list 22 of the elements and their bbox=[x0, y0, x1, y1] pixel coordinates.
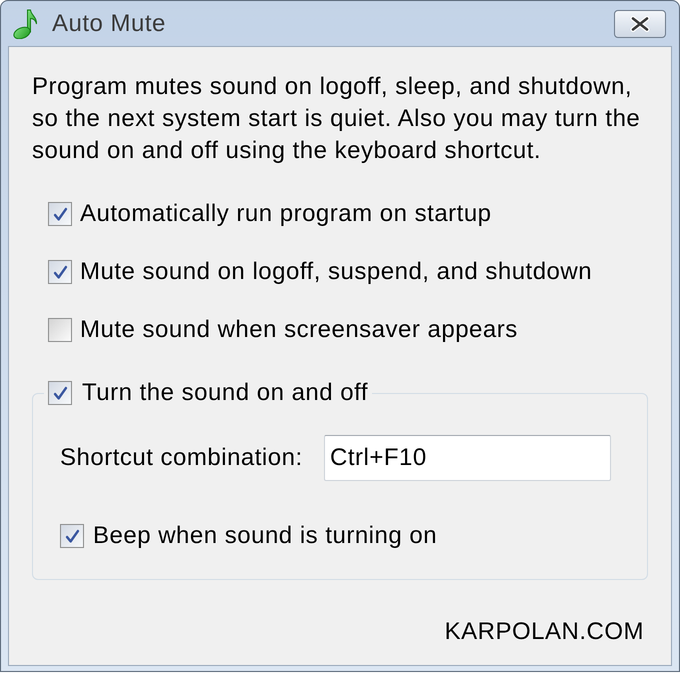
close-button[interactable] bbox=[614, 10, 666, 38]
checkbox-label[interactable]: Automatically run program on startup bbox=[80, 196, 492, 232]
tick-icon bbox=[52, 264, 68, 280]
tick-icon bbox=[52, 206, 68, 222]
checkbox-label[interactable]: Beep when sound is turning on bbox=[93, 518, 438, 554]
checkbox[interactable] bbox=[48, 260, 72, 284]
tick-icon bbox=[64, 528, 80, 544]
close-icon bbox=[630, 16, 650, 32]
checkbox[interactable] bbox=[48, 202, 72, 226]
website-link[interactable]: KARPOLAN.COM bbox=[444, 618, 644, 646]
checkbox[interactable] bbox=[48, 318, 72, 342]
checkbox[interactable] bbox=[48, 381, 72, 405]
checkbox-label[interactable]: Mute sound on logoff, suspend, and shutdown bbox=[80, 254, 592, 290]
checkbox-label[interactable]: Mute sound when screensaver appears bbox=[80, 312, 518, 348]
tick-icon bbox=[52, 386, 68, 400]
shortcut-label: Shortcut combination: bbox=[60, 443, 304, 473]
description-text: Program mutes sound on logoff, sleep, and shutdown, so the next system start is quiet. Also you may turn the sound on and off using the keyboard shortcut. bbox=[32, 72, 642, 166]
checkbox[interactable] bbox=[60, 524, 84, 548]
shortcut-field[interactable]: Ctrl+F10 bbox=[324, 435, 611, 481]
window-title: Auto Mute bbox=[52, 8, 166, 38]
checkbox-label[interactable]: Turn the sound on and off bbox=[82, 375, 368, 411]
music-note-icon bbox=[12, 8, 38, 38]
